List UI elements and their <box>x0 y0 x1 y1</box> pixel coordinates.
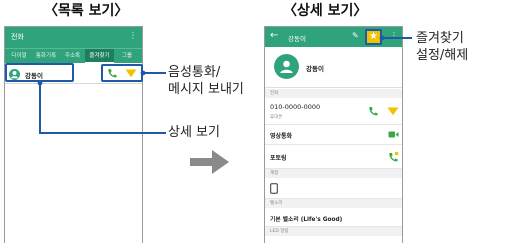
detail-view-callout: 상세 보기 <box>168 125 220 140</box>
call-message-callout: 음성통화/ 메시지 보내기 <box>168 64 244 98</box>
favorite-callout: 즐겨찾기 설정/해제 <box>416 30 468 64</box>
favorite-callout-line2: 설정/해제 <box>416 48 469 63</box>
right-arrow-icon <box>190 150 229 174</box>
call-message-callout-line1: 음성통화/ <box>168 65 221 80</box>
favorite-callout-line1: 즐겨찾기 <box>416 31 464 46</box>
call-message-callout-line2: 메시지 보내기 <box>168 82 244 97</box>
